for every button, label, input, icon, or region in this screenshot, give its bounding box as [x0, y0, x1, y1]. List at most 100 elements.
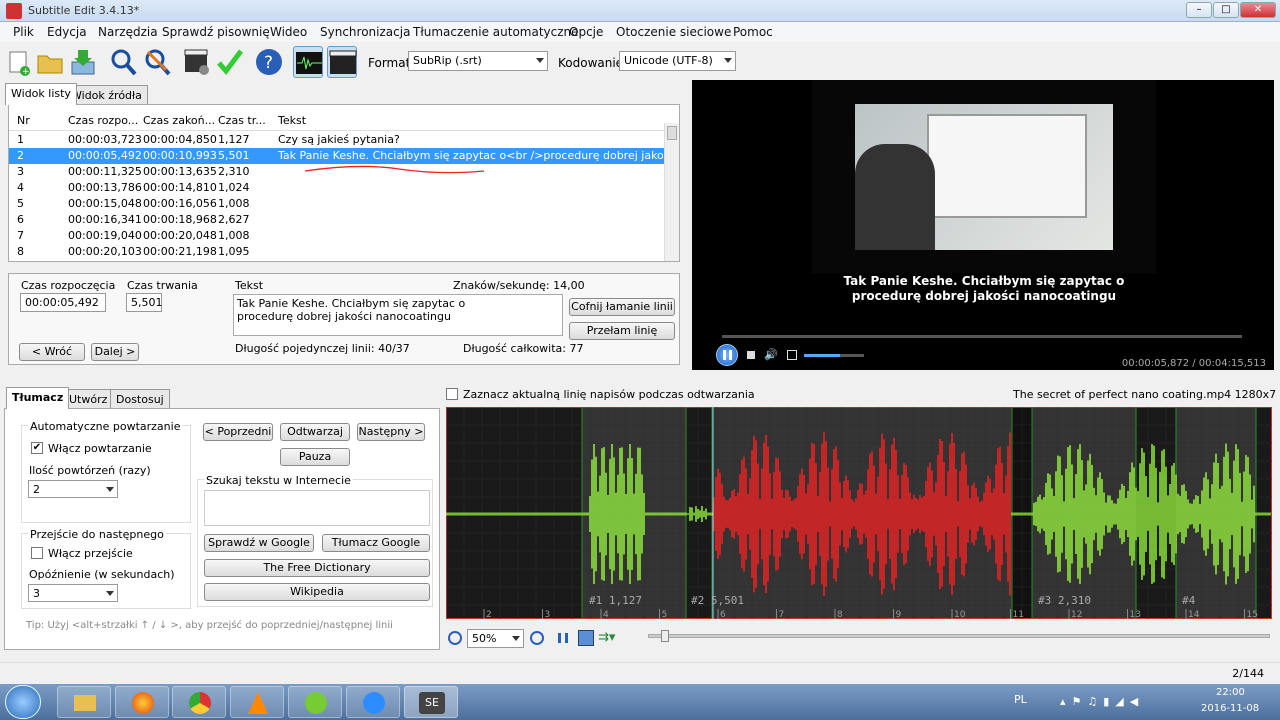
tab-list-view[interactable]: Widok listy	[5, 83, 77, 105]
menu-options[interactable]: Opcje	[569, 25, 603, 39]
zoom-select[interactable]: 50%	[467, 629, 524, 648]
table-row[interactable]: 7 00:00:19,040 00:00:20,048 1,008	[9, 228, 659, 244]
repeat-count-select[interactable]: 2	[28, 480, 118, 498]
maximize-button[interactable]: □	[1213, 2, 1239, 18]
table-cell: 2,627	[218, 213, 250, 226]
tab-translate[interactable]: Tłumacz	[6, 387, 70, 409]
firefox-icon[interactable]	[115, 686, 169, 718]
delay-select[interactable]: 3	[28, 584, 118, 602]
tab-create[interactable]: Utwórz	[63, 389, 114, 409]
start-time-input[interactable]: 00:00:05,492	[20, 293, 106, 312]
fullscreen-icon[interactable]	[787, 350, 797, 360]
col-nr[interactable]: Nr	[17, 114, 30, 127]
previous-line-button[interactable]: < Wróć	[19, 343, 85, 361]
previous-button[interactable]: < Poprzedni	[203, 423, 273, 441]
table-row[interactable]: 5 00:00:15,048 00:00:16,056 1,008	[9, 196, 659, 212]
tray-icons[interactable]: ▴⚑♫▮◢◀	[1060, 695, 1190, 709]
table-scrollbar[interactable]	[664, 123, 679, 261]
chrome-icon[interactable]	[172, 686, 226, 718]
clock-time[interactable]: 22:00	[1216, 687, 1245, 698]
format-select[interactable]: SubRip (.srt)	[408, 51, 548, 71]
subtitle-text-editor[interactable]: Tak Panie Keshe. Chciałbym się zapytac o…	[233, 294, 563, 336]
video-player[interactable]: Tak Panie Keshe. Chciałbym się zapytac o…	[692, 80, 1274, 370]
free-dictionary-button[interactable]: The Free Dictionary	[204, 559, 430, 577]
time-tick-label: 7	[779, 610, 785, 619]
play-button[interactable]: Odtwarzaj	[280, 423, 350, 441]
language-indicator[interactable]: PL	[1014, 693, 1027, 706]
zoom-app-icon[interactable]	[346, 686, 400, 718]
table-row[interactable]: 2 00:00:05,492 00:00:10,993 5,501 Tak Panie …	[9, 148, 664, 164]
enable-repeat-checkbox[interactable]: ✔	[31, 442, 43, 454]
menu-sync[interactable]: Synchronizacja	[320, 25, 410, 39]
col-start[interactable]: Czas rozpo...	[68, 114, 138, 127]
save-icon[interactable]	[68, 46, 98, 78]
help-icon[interactable]: ?	[254, 46, 284, 78]
table-row[interactable]: 1 00:00:03,723 00:00:04,850 1,127 Czy są jak…	[9, 132, 659, 148]
col-text[interactable]: Tekst	[278, 114, 306, 127]
undo-line-break-button[interactable]: Cofnij łamanie linii	[569, 298, 675, 316]
menu-file[interactable]: Plik	[13, 25, 34, 39]
enable-next-checkbox[interactable]	[31, 547, 43, 559]
vlc-icon[interactable]	[230, 686, 284, 718]
col-duration[interactable]: Czas tr...	[218, 114, 266, 127]
play-pause-icon[interactable]	[716, 344, 738, 366]
visual-sync-icon[interactable]	[182, 46, 212, 78]
next-line-button[interactable]: Dalej >	[91, 343, 139, 361]
zoom-out-icon[interactable]	[448, 631, 462, 645]
menu-spellcheck[interactable]: Sprawdź pisownię	[162, 25, 270, 39]
clock-date[interactable]: 2016-11-08	[1201, 703, 1259, 714]
stop-icon[interactable]	[747, 351, 755, 359]
duration-input[interactable]: 5,501	[126, 293, 163, 312]
menu-autotranslate[interactable]: Tłumaczenie automatyczne	[413, 25, 579, 39]
video-toggle-icon[interactable]	[327, 46, 357, 78]
table-cell: 1,008	[218, 197, 250, 210]
encoding-select[interactable]: Unicode (UTF-8)	[619, 51, 736, 71]
waveform-position-slider[interactable]	[648, 630, 1270, 642]
col-end[interactable]: Czas zakoń...	[143, 114, 215, 127]
table-row[interactable]: 6 00:00:16,341 00:00:18,968 2,627	[9, 212, 659, 228]
video-frame	[812, 80, 1156, 273]
position-thumb[interactable]	[661, 630, 669, 642]
close-button[interactable]: ✕	[1240, 2, 1276, 18]
table-row[interactable]: 8 00:00:20,103 00:00:21,198 1,095	[9, 244, 659, 260]
search-web-input[interactable]	[204, 490, 430, 526]
menu-edit[interactable]: Edycja	[47, 25, 87, 39]
menu-bar: Plik Edycja Narzędzia Sprawdź pisownię W…	[0, 22, 1280, 42]
explorer-icon[interactable]	[57, 686, 111, 718]
play-selection-icon[interactable]: ⇉▾	[598, 630, 626, 646]
minimize-button[interactable]: –	[1186, 2, 1212, 18]
table-row[interactable]: 4 00:00:13,786 00:00:14,810 1,024	[9, 180, 659, 196]
replace-icon[interactable]	[142, 46, 172, 78]
search-icon[interactable]	[108, 46, 138, 78]
volume-slider[interactable]	[804, 354, 864, 357]
pause-button[interactable]: Pauza	[280, 448, 350, 466]
wikipedia-button[interactable]: Wikipedia	[204, 583, 430, 601]
zoom-in-icon[interactable]	[530, 631, 544, 645]
google-translate-button[interactable]: Tłumacz Google	[322, 534, 430, 552]
video-seekbar[interactable]	[722, 335, 1242, 338]
next-button[interactable]: Następny >	[357, 423, 425, 441]
volume-icon[interactable]: 🔊	[764, 349, 778, 361]
tab-source-view[interactable]: Widok źródła	[65, 85, 148, 105]
scroll-thumb[interactable]	[667, 126, 677, 140]
start-button[interactable]	[5, 685, 41, 719]
open-folder-icon[interactable]	[35, 46, 65, 78]
wave-pause-icon[interactable]	[558, 633, 568, 643]
waveform-toggle-icon[interactable]	[293, 46, 323, 78]
spellcheck-icon[interactable]	[215, 46, 245, 78]
audio-waveform[interactable]: #1 1,127 #2 5,501 #3 2,310 #4 2 3 4 5 6 7 8 9 10 11 12…	[446, 407, 1272, 619]
tab-adjust[interactable]: Dostosuj	[110, 389, 170, 409]
menu-network[interactable]: Otoczenie sieciowe	[616, 25, 731, 39]
time-tick-label: 2	[486, 610, 492, 619]
camtasia-icon[interactable]	[288, 686, 342, 718]
google-spell-button[interactable]: Sprawdź w Google	[204, 534, 314, 552]
subtitle-edit-taskbar-icon[interactable]: SE	[404, 686, 458, 718]
menu-help[interactable]: Pomoc	[733, 25, 773, 39]
menu-video[interactable]: Wideo	[270, 25, 307, 39]
spectrogram-icon[interactable]	[578, 630, 594, 646]
break-line-button[interactable]: Przełam linię	[569, 322, 675, 340]
taskbar: SE PL ▴⚑♫▮◢◀ 22:00 2016-11-08	[0, 684, 1280, 720]
select-current-line-checkbox[interactable]	[446, 388, 458, 400]
new-file-icon[interactable]: +	[4, 46, 34, 78]
menu-tools[interactable]: Narzędzia	[98, 25, 158, 39]
